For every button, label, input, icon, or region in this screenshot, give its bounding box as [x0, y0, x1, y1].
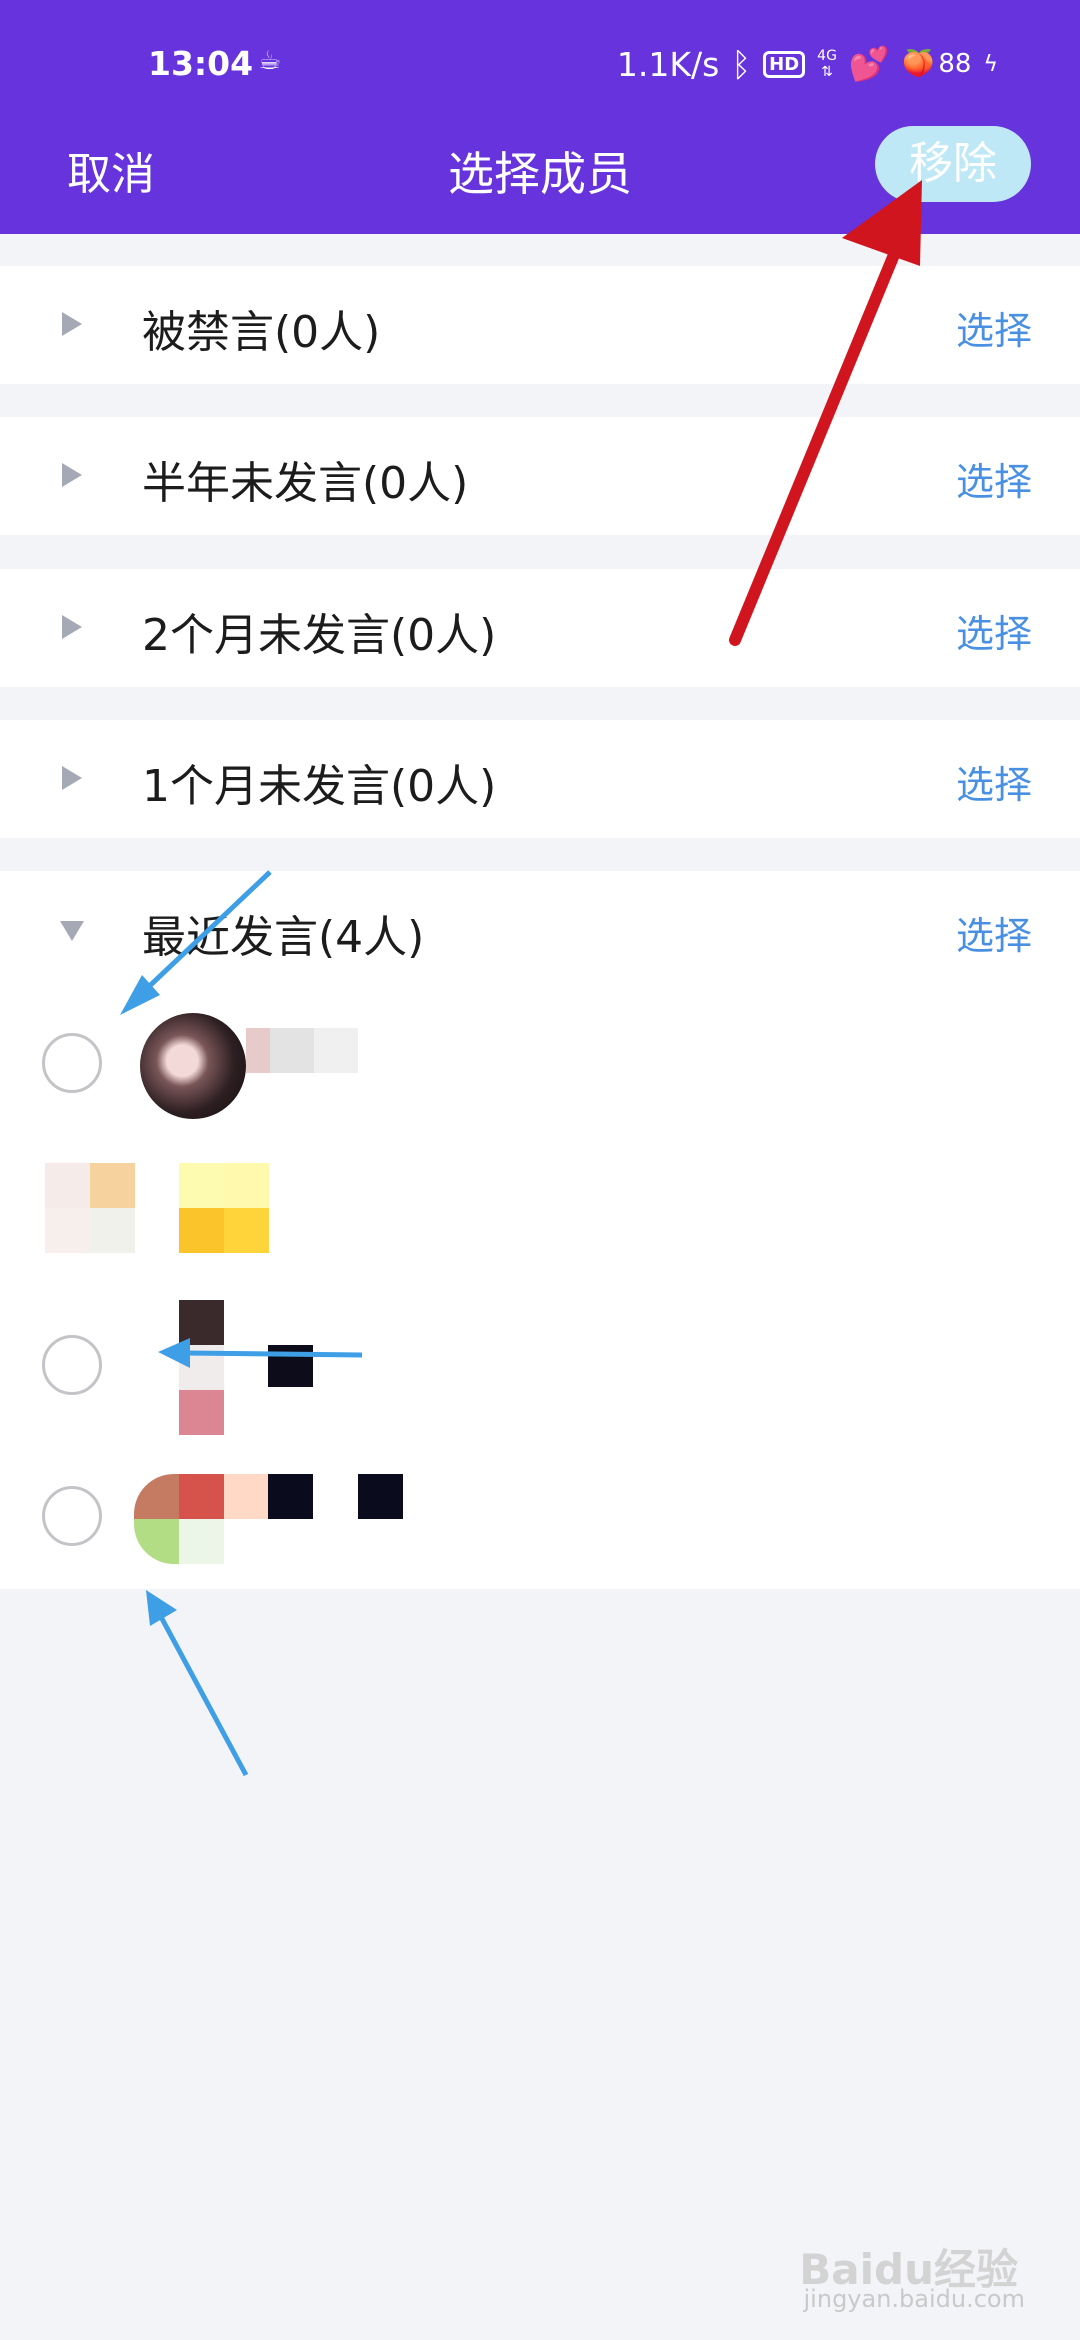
- watermark-url: jingyan.baidu.com: [803, 2285, 1025, 2313]
- annotation-arrows: [120, 180, 922, 1777]
- blue-arrow-icon: [120, 870, 272, 1015]
- blue-arrow-icon: [146, 1590, 249, 1777]
- red-arrow-icon: [729, 180, 922, 646]
- blue-arrow-icon: [158, 1338, 363, 1368]
